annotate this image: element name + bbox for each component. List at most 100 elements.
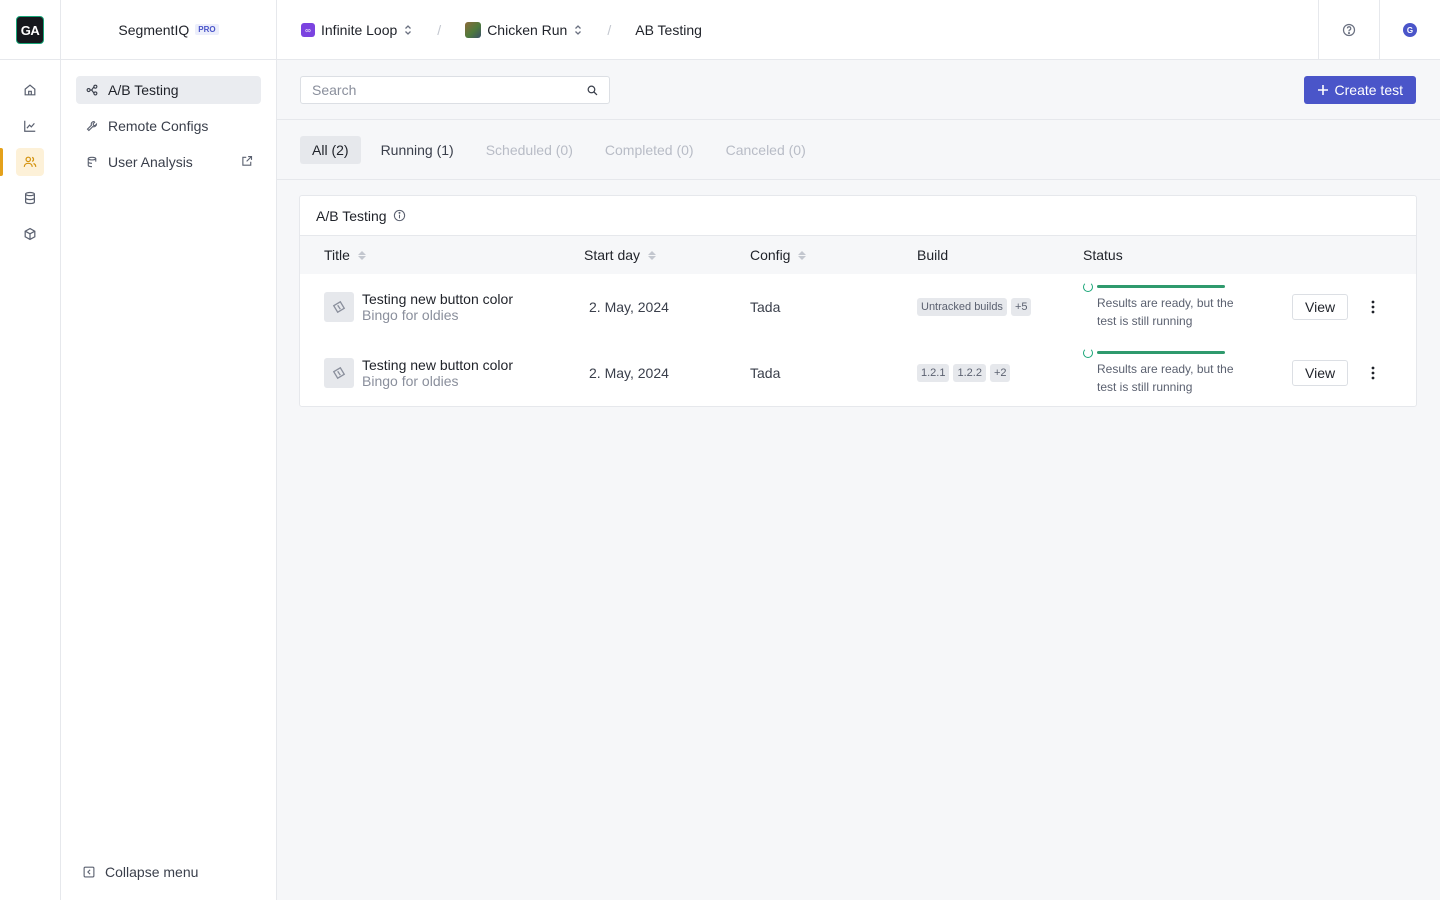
infinity-icon: ∞: [301, 23, 315, 37]
help-icon: [1342, 23, 1356, 37]
plus-icon: [1317, 85, 1328, 95]
search-input[interactable]: [312, 82, 587, 98]
collapse-menu-button[interactable]: Collapse menu: [83, 864, 198, 880]
pro-badge: PRO: [195, 24, 219, 35]
test-game: Bingo for oldies: [362, 307, 459, 323]
status-progress-bar: [1097, 351, 1225, 354]
config-cell: Tada: [750, 365, 781, 381]
subnav-item-label: A/B Testing: [108, 82, 179, 98]
config-cell: Tada: [750, 299, 781, 315]
rail-users[interactable]: [16, 148, 44, 176]
stack-icon: [87, 156, 97, 168]
topbar-actions: G: [1318, 0, 1440, 60]
column-header-label: Title: [324, 247, 350, 263]
build-tag-more[interactable]: +5: [1010, 298, 1032, 316]
breadcrumb-studio-selector[interactable]: ∞ Infinite Loop: [301, 22, 413, 38]
sub-navigation: SegmentIQ PRO A/B Testing Remote Configs…: [61, 0, 277, 900]
cube-icon: [24, 227, 36, 241]
rail-packages[interactable]: [16, 220, 44, 248]
build-cell: Untracked builds +5: [917, 274, 1035, 340]
sort-icon: [357, 250, 366, 260]
subnav-item-remote-configs[interactable]: Remote Configs: [76, 112, 261, 140]
search-icon: [587, 85, 598, 95]
test-title[interactable]: Testing new button color: [362, 357, 513, 373]
running-spinner-icon: [1083, 282, 1093, 292]
more-options-button[interactable]: [1363, 294, 1383, 320]
subnav-list: A/B Testing Remote Configs User Analysis: [61, 60, 276, 200]
game-thumbnail: [465, 22, 482, 38]
search-box: [300, 76, 610, 104]
ticket-icon: [324, 292, 354, 322]
card-header: A/B Testing: [300, 196, 1416, 236]
sort-icon: [798, 250, 807, 260]
column-header-build: Build: [917, 236, 948, 274]
column-header-label: Status: [1083, 247, 1123, 263]
kebab-menu-icon: [1371, 366, 1375, 380]
toolbar: Create test: [277, 60, 1440, 120]
ticket-icon: [324, 358, 354, 388]
status-text: Results are ready, but the test is still…: [1097, 362, 1234, 394]
breadcrumb-game-label: Chicken Run: [487, 22, 568, 38]
kebab-menu-icon: [1371, 300, 1375, 314]
view-button[interactable]: View: [1292, 294, 1349, 320]
build-tag-more[interactable]: +2: [989, 364, 1011, 382]
help-button[interactable]: [1318, 0, 1379, 60]
column-header-config[interactable]: Config: [750, 236, 807, 274]
user-menu-button[interactable]: G: [1379, 0, 1440, 60]
rail-active-marker: [0, 148, 3, 176]
more-options-button[interactable]: [1363, 360, 1383, 386]
page-title: AB Testing: [635, 22, 702, 38]
collapse-menu-label: Collapse menu: [105, 864, 199, 880]
wrench-icon: [86, 120, 98, 132]
create-test-label: Create test: [1334, 82, 1403, 98]
build-tag: Untracked builds: [917, 298, 1007, 316]
tab-scheduled: Scheduled (0): [485, 141, 573, 158]
subnav-item-ab-testing[interactable]: A/B Testing: [76, 76, 261, 104]
create-test-button[interactable]: Create test: [1303, 76, 1416, 104]
test-title[interactable]: Testing new button color: [362, 291, 513, 307]
tab-running[interactable]: Running (1): [369, 136, 466, 164]
test-game: Bingo for oldies: [362, 373, 459, 389]
external-link-icon: [241, 154, 253, 170]
build-tag: 1.2.2: [953, 364, 986, 382]
rail-analytics[interactable]: [16, 112, 44, 140]
chevron-updown-icon: [405, 25, 412, 35]
chevron-updown-icon: [575, 25, 582, 35]
collapse-icon: [83, 866, 95, 878]
ab-tests-card: A/B Testing Title Start day Config Build…: [299, 195, 1417, 407]
rail-database[interactable]: [16, 184, 44, 212]
view-button[interactable]: View: [1292, 360, 1349, 386]
sort-icon: [648, 250, 657, 260]
column-header-start-day[interactable]: Start day: [584, 236, 657, 274]
subnav-item-user-analysis[interactable]: User Analysis: [76, 148, 261, 176]
start-day-cell: 2. May, 2024: [589, 365, 669, 381]
top-bar: ∞ Infinite Loop / Chicken Run / AB Testi…: [277, 0, 1440, 60]
breadcrumb-current-page: AB Testing: [635, 22, 702, 38]
build-tag: 1.2.1: [917, 364, 950, 382]
status-tabs: All (2) Running (1) Scheduled (0) Comple…: [277, 120, 1440, 180]
breadcrumb-separator: /: [437, 22, 442, 38]
avatar: G: [1403, 23, 1417, 37]
info-icon[interactable]: [393, 209, 406, 222]
table-row[interactable]: Testing new button color Bingo for oldie…: [300, 274, 1416, 340]
subnav-item-label: Remote Configs: [108, 118, 209, 134]
tab-canceled: Canceled (0): [725, 141, 806, 158]
table-row[interactable]: Testing new button color Bingo for oldie…: [300, 340, 1416, 406]
breadcrumb-separator: /: [607, 22, 612, 38]
ab-branch-icon: [86, 84, 98, 96]
database-icon: [25, 191, 35, 205]
app-logo[interactable]: GA: [16, 16, 44, 44]
breadcrumb-game-selector[interactable]: Chicken Run: [465, 22, 583, 38]
home-icon: [24, 84, 36, 96]
subnav-item-label: User Analysis: [108, 154, 193, 170]
start-day-cell: 2. May, 2024: [589, 299, 669, 315]
rail-home[interactable]: [16, 76, 44, 104]
breadcrumb-studio-label: Infinite Loop: [321, 22, 398, 38]
row-title-cell: Testing new button color Bingo for oldie…: [324, 340, 513, 406]
column-header-label: Config: [750, 247, 791, 263]
tab-all[interactable]: All (2): [300, 135, 361, 164]
column-header-title[interactable]: Title: [324, 236, 366, 274]
column-header-status: Status: [1083, 236, 1123, 274]
tab-completed: Completed (0): [604, 141, 694, 158]
users-icon: [23, 156, 37, 167]
